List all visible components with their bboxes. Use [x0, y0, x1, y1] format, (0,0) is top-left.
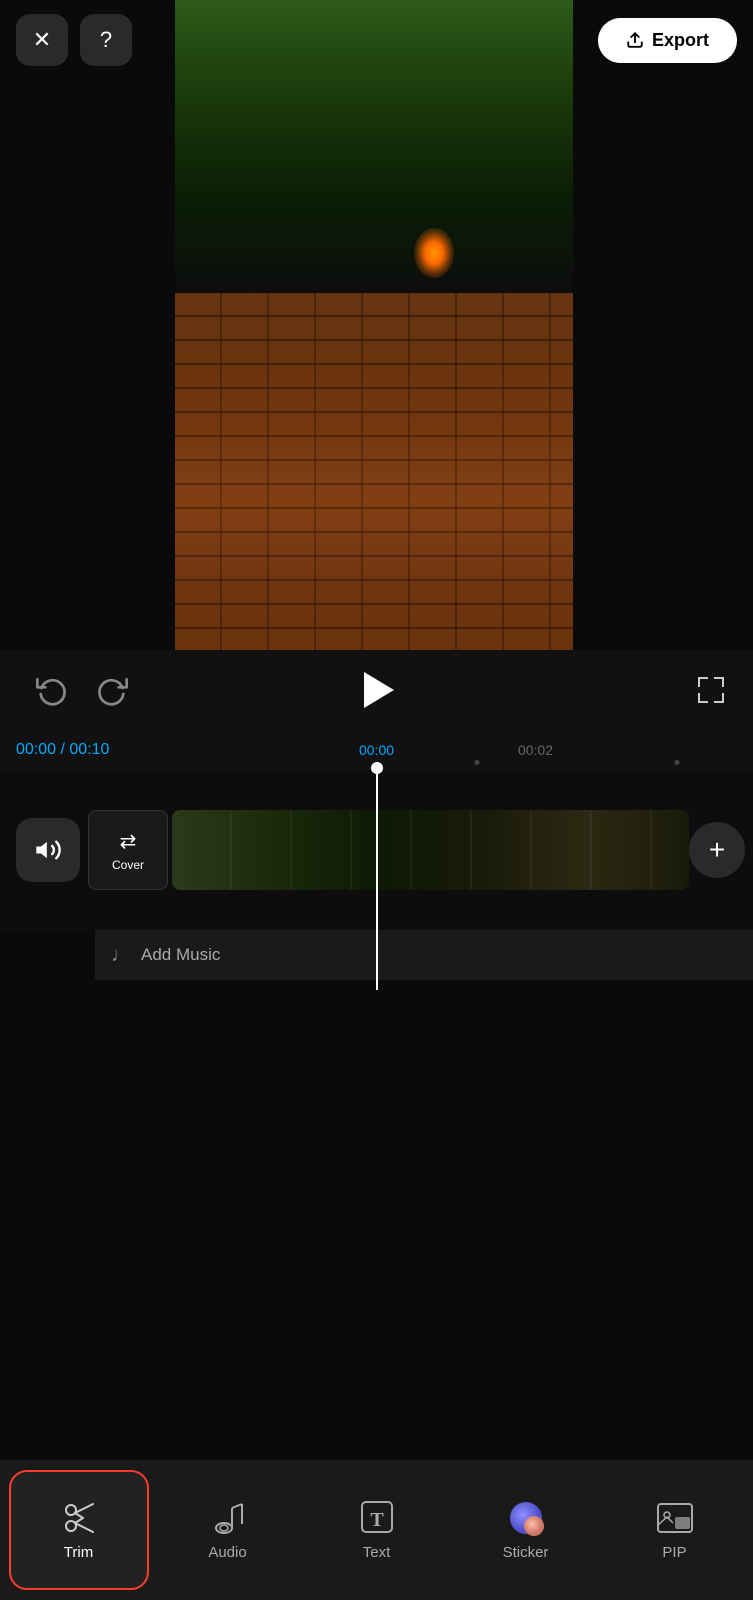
trim-icon: [61, 1500, 97, 1536]
video-canvas: [175, 0, 573, 650]
video-track[interactable]: [172, 810, 689, 890]
playback-controls: [0, 650, 753, 730]
volume-icon: [34, 836, 62, 864]
export-icon: [626, 31, 644, 49]
play-button[interactable]: [351, 664, 403, 716]
total-time: 00:10: [69, 741, 109, 758]
redo-button[interactable]: [90, 668, 134, 712]
audio-tool[interactable]: Audio: [158, 1470, 298, 1590]
cover-clip[interactable]: ⇄ Cover: [88, 810, 168, 890]
timeline-mid-marker: 00:02: [518, 742, 553, 758]
export-label: Export: [652, 30, 709, 51]
header: ✕ ? Export: [0, 0, 753, 80]
add-music-row[interactable]: ♩ Add Music: [95, 930, 753, 980]
text-tool[interactable]: T Text: [307, 1470, 447, 1590]
add-clip-button[interactable]: +: [689, 822, 745, 878]
video-preview: [175, 0, 573, 650]
pip-tool[interactable]: PIP: [605, 1470, 745, 1590]
audio-label: Audio: [208, 1544, 246, 1561]
track-container: ⇄ Cover +: [88, 805, 753, 895]
audio-icon: [210, 1500, 246, 1536]
text-label: Text: [363, 1544, 391, 1561]
time-display: 00:00 / 00:10: [16, 741, 109, 759]
trim-label: Trim: [64, 1544, 93, 1561]
timeline-dot-2: [674, 760, 679, 765]
playhead: [376, 770, 378, 990]
svg-text:T: T: [370, 1509, 384, 1531]
add-music-label: Add Music: [141, 945, 220, 965]
sticker-tool[interactable]: Sticker: [456, 1470, 596, 1590]
trim-tool[interactable]: Trim: [9, 1470, 149, 1590]
fullscreen-icon: [698, 677, 724, 703]
music-note-icon: ♩: [111, 944, 131, 967]
close-button[interactable]: ✕: [16, 14, 68, 66]
cover-label: Cover: [112, 858, 144, 872]
play-icon: [364, 672, 394, 708]
export-button[interactable]: Export: [598, 18, 737, 63]
audio-volume-button[interactable]: [16, 818, 80, 882]
help-button[interactable]: ?: [80, 14, 132, 66]
timeline-dot-1: [474, 760, 479, 765]
undo-button[interactable]: [30, 668, 74, 712]
undo-icon: [36, 674, 68, 706]
fullscreen-button[interactable]: [689, 668, 733, 712]
sticker-icon: [508, 1500, 544, 1536]
cover-swap-icon: ⇄: [120, 829, 137, 854]
current-time: 00:00: [16, 741, 56, 758]
bottom-toolbar: Trim Audio T Text: [0, 1460, 753, 1600]
sticker-label: Sticker: [503, 1544, 549, 1561]
header-left-controls: ✕ ?: [16, 14, 132, 66]
text-icon: T: [359, 1500, 395, 1536]
timeline-start-marker: 00:00: [359, 742, 394, 758]
redo-icon: [96, 674, 128, 706]
pip-label: PIP: [662, 1544, 686, 1561]
pip-icon: [657, 1500, 693, 1536]
